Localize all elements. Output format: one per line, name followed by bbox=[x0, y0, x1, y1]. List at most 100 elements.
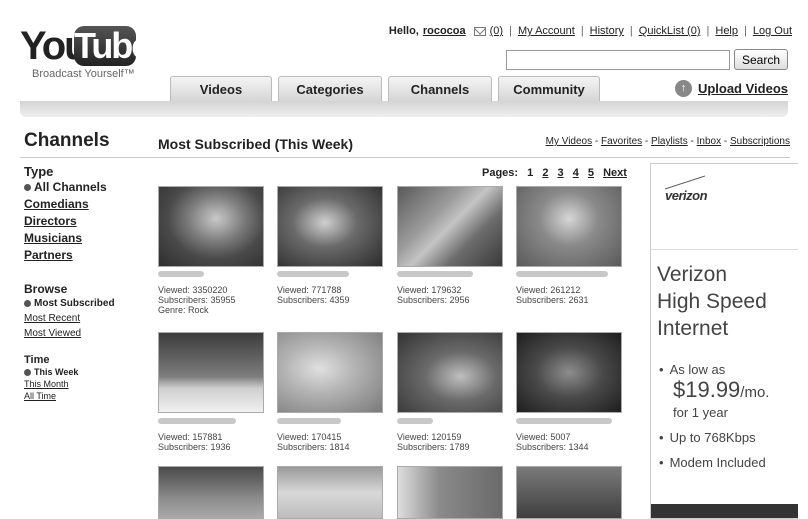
ad-bullet: • Modem Included bbox=[659, 455, 798, 470]
channel-viewed: Viewed: 170415 bbox=[277, 432, 342, 442]
channel-thumbnail[interactable] bbox=[516, 332, 622, 413]
channel-viewed: Viewed: 261212 bbox=[516, 285, 581, 295]
channel-name-blurred[interactable] bbox=[277, 418, 341, 424]
page-link-2[interactable]: 2 bbox=[542, 167, 548, 179]
tab-channels[interactable]: Channels bbox=[388, 76, 492, 101]
help-link[interactable]: Help bbox=[715, 25, 738, 37]
channel-thumbnail[interactable] bbox=[158, 186, 264, 267]
ad-bullet-text: Up to 768Kbps bbox=[669, 430, 756, 445]
search-button[interactable]: Search bbox=[734, 49, 788, 70]
channel-viewed: Viewed: 771788 bbox=[277, 285, 342, 295]
tab-community[interactable]: Community bbox=[498, 76, 600, 101]
page-link-4[interactable]: 4 bbox=[573, 167, 579, 179]
bullet-dot-icon: • bbox=[659, 430, 664, 445]
pages-label: Pages: bbox=[482, 167, 519, 179]
sidebar-item-all-time[interactable]: All Time bbox=[24, 390, 144, 402]
user-bar: Hello, rococoa (0) | My Account | Histor… bbox=[388, 25, 792, 37]
my-videos-link[interactable]: My Videos bbox=[546, 136, 593, 147]
channel-subscribers: Subscribers: 4359 bbox=[277, 295, 350, 305]
history-link[interactable]: History bbox=[590, 25, 624, 37]
channel-thumbnail[interactable] bbox=[277, 332, 383, 413]
tab-categories[interactable]: Categories bbox=[278, 76, 382, 101]
channel-subscribers: Subscribers: 2631 bbox=[516, 295, 589, 305]
upload-videos-button[interactable]: ↑ Upload Videos bbox=[674, 80, 788, 97]
verizon-ad[interactable]: verizon Verizon High Speed Internet • As … bbox=[650, 163, 798, 519]
tab-videos[interactable]: Videos bbox=[170, 76, 272, 101]
channel-viewed: Viewed: 5007 bbox=[516, 432, 571, 442]
channel-viewed: Viewed: 3350220 bbox=[158, 285, 228, 295]
search-input[interactable] bbox=[506, 50, 730, 70]
channel-subscribers: Subscribers: 1936 bbox=[158, 442, 231, 452]
channel-thumbnail[interactable] bbox=[277, 186, 383, 267]
mail-icon[interactable] bbox=[473, 26, 486, 36]
channel-thumbnail[interactable] bbox=[158, 332, 264, 413]
ad-headline-line: Internet bbox=[657, 317, 729, 340]
my-account-link[interactable]: My Account bbox=[518, 25, 575, 37]
sidebar: Type All Channels Comedians Directors Mu… bbox=[24, 164, 144, 402]
ad-divider bbox=[651, 249, 798, 250]
upload-arrow-icon: ↑ bbox=[674, 80, 692, 97]
channel-name-blurred[interactable] bbox=[397, 271, 473, 277]
sidebar-item-partners[interactable]: Partners bbox=[24, 247, 144, 264]
channel-thumbnail[interactable] bbox=[158, 466, 264, 519]
ad-price-sub: for 1 year bbox=[673, 405, 728, 420]
channel-name-blurred[interactable] bbox=[158, 418, 236, 424]
channel-stats: Viewed: 120159 Subscribers: 1789 bbox=[397, 432, 470, 452]
page-title: Channels bbox=[24, 130, 110, 151]
channel-genre: Genre: Rock bbox=[158, 305, 209, 315]
bullet-icon bbox=[24, 184, 31, 192]
inbox-count-link[interactable]: (0) bbox=[490, 25, 503, 37]
bullet-dot-icon: • bbox=[659, 455, 664, 470]
sidebar-item-label: Most Subscribed bbox=[34, 298, 115, 309]
channel-name-blurred[interactable] bbox=[277, 271, 349, 277]
username-link[interactable]: rococoa bbox=[423, 25, 466, 37]
sidebar-item-this-week: This Week bbox=[24, 366, 144, 378]
ad-price-unit: /mo. bbox=[740, 384, 770, 401]
ad-bullet: • Up to 768Kbps bbox=[659, 430, 798, 445]
channel-name-blurred[interactable] bbox=[158, 271, 204, 277]
youtube-logo[interactable]: You Tube Broadcast Yourself™ bbox=[20, 22, 151, 82]
channel-thumbnail[interactable] bbox=[277, 466, 383, 519]
logo-tube-text: Tube bbox=[74, 25, 151, 66]
channel-thumbnail[interactable] bbox=[516, 186, 622, 267]
sidebar-item-this-month[interactable]: This Month bbox=[24, 378, 144, 390]
channel-stats: Viewed: 5007 Subscribers: 1344 bbox=[516, 432, 589, 452]
sidebar-item-most-subscribed: Most Subscribed bbox=[24, 296, 144, 311]
channel-subscribers: Subscribers: 2956 bbox=[397, 295, 470, 305]
ad-bullet: • As low as bbox=[659, 362, 798, 377]
sidebar-item-directors[interactable]: Directors bbox=[24, 213, 144, 230]
logout-link[interactable]: Log Out bbox=[753, 25, 792, 37]
page-link-5[interactable]: 5 bbox=[588, 167, 594, 179]
favorites-link[interactable]: Favorites bbox=[601, 136, 642, 147]
ad-bullets: • As low as $19.99/mo. for 1 year • Up to … bbox=[659, 362, 798, 470]
subscriptions-link[interactable]: Subscriptions bbox=[730, 136, 790, 147]
sidebar-time-section: Time This Week This Month All Time bbox=[24, 354, 144, 402]
channel-name-blurred[interactable] bbox=[516, 271, 608, 277]
sidebar-item-most-viewed[interactable]: Most Viewed bbox=[24, 326, 144, 341]
inbox-link[interactable]: Inbox bbox=[697, 136, 721, 147]
channel-thumbnail[interactable] bbox=[397, 466, 503, 519]
channel-thumbnail[interactable] bbox=[397, 332, 503, 413]
hello-label: Hello, bbox=[388, 25, 419, 37]
sidebar-type-section: Type All Channels Comedians Directors Mu… bbox=[24, 164, 144, 264]
verizon-logo: verizon bbox=[665, 188, 708, 203]
sidebar-type-heading: Type bbox=[24, 164, 54, 179]
sidebar-item-musicians[interactable]: Musicians bbox=[24, 230, 144, 247]
page-current: 1 bbox=[527, 167, 534, 179]
next-page-link[interactable]: Next bbox=[603, 167, 627, 179]
sidebar-item-all-channels: All Channels bbox=[24, 179, 144, 196]
channel-subscribers: Subscribers: 35955 bbox=[158, 295, 236, 305]
playlists-link[interactable]: Playlists bbox=[651, 136, 688, 147]
channel-name-blurred[interactable] bbox=[516, 418, 612, 424]
quicklist-link[interactable]: QuickList (0) bbox=[639, 25, 701, 37]
channel-thumbnail[interactable] bbox=[397, 186, 503, 267]
sidebar-item-label: This Week bbox=[34, 367, 79, 377]
channel-subscribers: Subscribers: 1814 bbox=[277, 442, 350, 452]
channel-thumbnail[interactable] bbox=[516, 466, 622, 519]
channel-name-blurred[interactable] bbox=[397, 418, 433, 424]
page-link-3[interactable]: 3 bbox=[558, 167, 564, 179]
sidebar-item-comedians[interactable]: Comedians bbox=[24, 196, 144, 213]
channel-viewed: Viewed: 157881 bbox=[158, 432, 223, 442]
channel-stats: Viewed: 170415 Subscribers: 1814 bbox=[277, 432, 350, 452]
sidebar-item-most-recent[interactable]: Most Recent bbox=[24, 311, 144, 326]
